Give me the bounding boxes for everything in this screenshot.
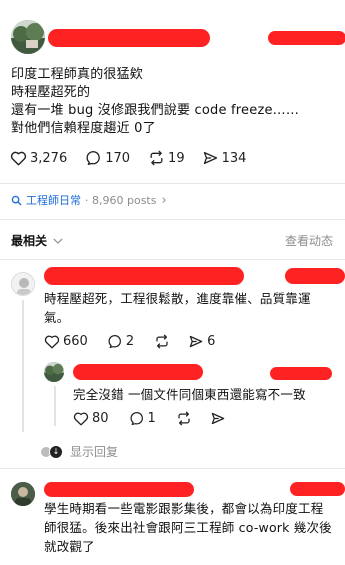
post-line: 印度工程師真的很猛欸 [11,67,144,82]
topic-tag[interactable]: 工程師日常 · 8,960 posts › [11,192,167,208]
share-button[interactable]: 6 [188,334,215,349]
reply-line: 學生時期看一些電影跟影集後，都會以為印度工程 [44,501,324,516]
post-line: 還有一堆 bug 沒修跟我們說要 code freeze…… [11,103,300,118]
comment-button[interactable]: 1 [130,411,156,426]
reply-author-redaction [44,482,194,497]
reply-body: 學生時期看一些電影跟影集後，都會以為印度工程 師很猛。後來出社會跟阿三工程師 c… [44,499,332,556]
search-icon [11,195,22,205]
reply-body: 時程壓超死，工程很鬆散，進度靠催、品質靠運 氣。 [44,289,311,327]
like-count: 80 [92,411,109,426]
like-button[interactable]: 3,276 [10,150,67,166]
sort-label: 最相关 [11,234,48,248]
topic-name: 工程師日常 [26,194,81,207]
divider [0,468,345,469]
nested-reply-actions: 80 1 [73,411,226,426]
repost-icon [178,411,190,426]
reply-timestamp-redaction [290,482,345,496]
nested-author-redaction [73,364,203,380]
divider [0,259,345,260]
share-count: 6 [207,334,216,349]
send-icon [211,412,225,425]
repost-icon [150,150,163,166]
repost-count: 19 [168,150,185,166]
reply-line: 完全沒錯 一個文件同個東西還能寫不一致 [73,387,306,402]
send-icon [189,335,203,348]
heart-icon [73,412,89,426]
nested-reply-body: 完全沒錯 一個文件同個東西還能寫不一致 [73,385,306,404]
post-line: 對他們信賴程度趨近 0了 [11,121,156,136]
comment-count: 170 [105,150,131,166]
author-avatar[interactable] [11,20,45,54]
post-body: 印度工程師真的很猛欸 時程壓超死的 還有一堆 bug 沒修跟我們說要 code … [11,66,299,138]
like-count: 3,276 [30,150,68,166]
heart-icon [10,151,27,166]
reply-avatar[interactable] [11,482,35,506]
sort-dropdown[interactable]: 最相关 [11,232,63,249]
reply-actions: 660 2 6 [44,334,215,349]
chevron-right-icon: › [161,192,167,208]
heart-icon [44,335,60,349]
comment-icon [130,412,143,426]
like-count: 660 [63,334,88,349]
reply-line: 時程壓超死，工程很鬆散，進度靠催、品質靠運 [44,291,311,306]
reply-author-redaction [44,267,244,285]
reply-avatar[interactable] [11,272,35,296]
reply-author-redaction [285,268,345,284]
show-replies-button[interactable]: ↓ 显示回复 [40,443,118,460]
show-replies-label: 显示回复 [70,445,119,459]
reply-line: 師很猛。後來出社會跟阿三工程師 co-work 幾次後 [44,520,332,535]
like-button[interactable]: 660 [44,334,88,349]
comment-count: 1 [147,411,156,426]
like-button[interactable]: 80 [73,411,109,426]
nested-thread-line [54,386,56,426]
timestamp-redaction [268,31,345,45]
divider [0,183,345,184]
comment-count: 2 [125,334,135,349]
reply-line: 就改觀了 [44,539,95,554]
send-icon [203,152,217,164]
repost-button[interactable]: 19 [148,150,185,166]
divider [0,219,345,220]
chevron-down-icon [53,237,63,244]
nested-timestamp-redaction [270,367,332,380]
topic-post-count: · 8,960 posts [85,193,157,207]
comment-button[interactable]: 170 [86,150,130,166]
author-name-redaction [48,29,210,47]
reply-line: 氣。 [44,310,70,325]
repost-button[interactable] [154,334,170,349]
comment-button[interactable]: 2 [108,334,134,349]
post-actions: 3,276 170 19 134 [10,150,246,166]
view-activity-link[interactable]: 查看动态 [285,232,333,249]
share-button[interactable]: 134 [202,150,247,166]
share-button[interactable] [210,411,226,426]
comment-icon [86,151,101,165]
comment-icon [108,335,121,349]
thread-line [22,300,24,432]
nested-reply-avatar[interactable] [44,362,64,382]
stacked-avatars-icon: ↓ [40,444,64,459]
repost-icon [156,334,168,349]
post-line: 時程壓超死的 [11,85,91,100]
repost-button[interactable] [176,411,192,426]
share-count: 134 [221,150,247,166]
